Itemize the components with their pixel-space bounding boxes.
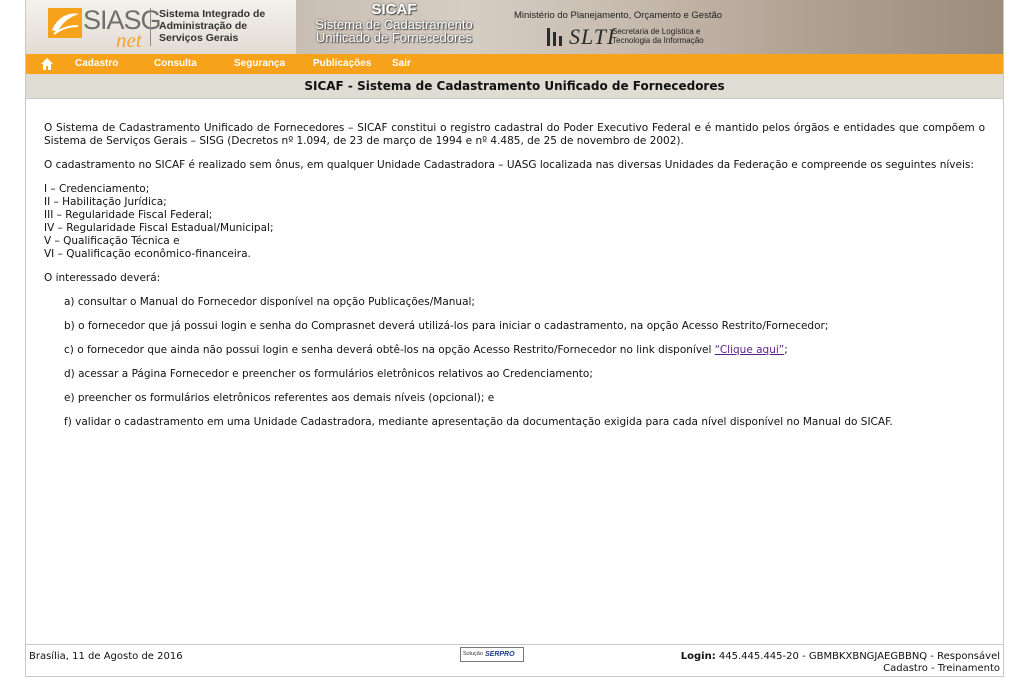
clique-aqui-link[interactable]: “Clique aqui” xyxy=(715,344,784,356)
slti-logo: SLTI xyxy=(569,24,616,49)
level-item: III – Regularidade Fiscal Federal; xyxy=(44,209,213,221)
badge-serpro: SERPRO xyxy=(485,651,515,658)
login-value: 445.445.445-20 - GBMBKXBNGJAEGBBNQ - Res… xyxy=(715,651,1000,662)
siasg-description: Sistema Integrado de Administração de Se… xyxy=(159,8,266,44)
login-label: Login: xyxy=(680,651,716,662)
step-f: f) validar o cadastramento em uma Unidad… xyxy=(64,416,893,428)
ministry-label: Ministério do Planejamento, Orçamento e … xyxy=(514,10,723,21)
footer-date: Brasília, 11 de Agosto de 2016 xyxy=(29,651,183,662)
main-content: O Sistema de Cadastramento Unificado de … xyxy=(44,122,985,440)
level-item: VI – Qualificação econômico-financeira. xyxy=(44,248,251,260)
home-icon[interactable] xyxy=(40,57,54,71)
step-c-text: c) o fornecedor que ainda não possui log… xyxy=(64,344,715,356)
step-b: b) o fornecedor que já possui login e se… xyxy=(64,320,829,332)
level-item: IV – Regularidade Fiscal Estadual/Munici… xyxy=(44,222,274,234)
step-a: a) consultar o Manual do Fornecedor disp… xyxy=(64,296,475,308)
step-d: d) acessar a Página Fornecedor e preench… xyxy=(64,368,593,380)
nav-item-seguranca[interactable]: Segurança xyxy=(234,57,285,71)
slti-bars-icon xyxy=(547,28,562,46)
nav-item-cadastro[interactable]: Cadastro xyxy=(75,57,118,71)
sicaf-title: SICAF xyxy=(371,1,417,18)
slti-description: Secretaria de Logística e Tecnologia da … xyxy=(612,27,704,45)
step-c: c) o fornecedor que ainda não possui log… xyxy=(64,344,985,357)
footer-login: Login: 445.445.445-20 - GBMBKXBNGJAEGBBN… xyxy=(681,651,1000,675)
main-nav: Cadastro Consulta Segurança Publicações … xyxy=(26,54,1003,74)
levels-list: I – Credenciamento; II – Habilitação Jur… xyxy=(44,183,985,261)
siasg-logo-net: net xyxy=(116,28,142,52)
page-title: SICAF - Sistema de Cadastramento Unifica… xyxy=(26,74,1003,99)
login-profile: Cadastro - Treinamento xyxy=(883,663,1000,674)
level-item: I – Credenciamento; xyxy=(44,183,150,195)
logo-divider xyxy=(150,8,151,46)
header-banner: SIASG net Sistema Integrado de Administr… xyxy=(26,0,1003,54)
level-item: II – Habilitação Jurídica; xyxy=(44,196,167,208)
nav-item-publicacoes[interactable]: Publicações xyxy=(313,57,371,71)
serpro-badge: Solução SERPRO xyxy=(460,647,524,662)
cadastramento-paragraph: O cadastramento no SICAF é realizado sem… xyxy=(44,159,974,171)
level-item: V – Qualificação Técnica e xyxy=(44,235,180,247)
step-c-end: ; xyxy=(784,344,788,356)
step-e: e) preencher os formulários eletrônicos … xyxy=(64,392,495,404)
page-container: SIASG net Sistema Integrado de Administr… xyxy=(25,0,1004,677)
nav-item-consulta[interactable]: Consulta xyxy=(154,57,197,71)
interessado-heading: O interessado deverá: xyxy=(44,272,161,284)
sicaf-banner-title: SICAF Sistema de Cadastramento Unificado… xyxy=(294,1,494,45)
steps-list: a) consultar o Manual do Fornecedor disp… xyxy=(44,296,985,429)
nav-item-sair[interactable]: Sair xyxy=(392,57,411,71)
intro-paragraph: O Sistema de Cadastramento Unificado de … xyxy=(44,122,985,147)
sicaf-subtitle-2: Unificado de Fornecedores xyxy=(315,30,473,45)
footer: Brasília, 11 de Agosto de 2016 Solução S… xyxy=(26,644,1003,677)
siasg-swoosh-icon xyxy=(48,8,82,38)
badge-solucao: Solução xyxy=(463,651,483,657)
